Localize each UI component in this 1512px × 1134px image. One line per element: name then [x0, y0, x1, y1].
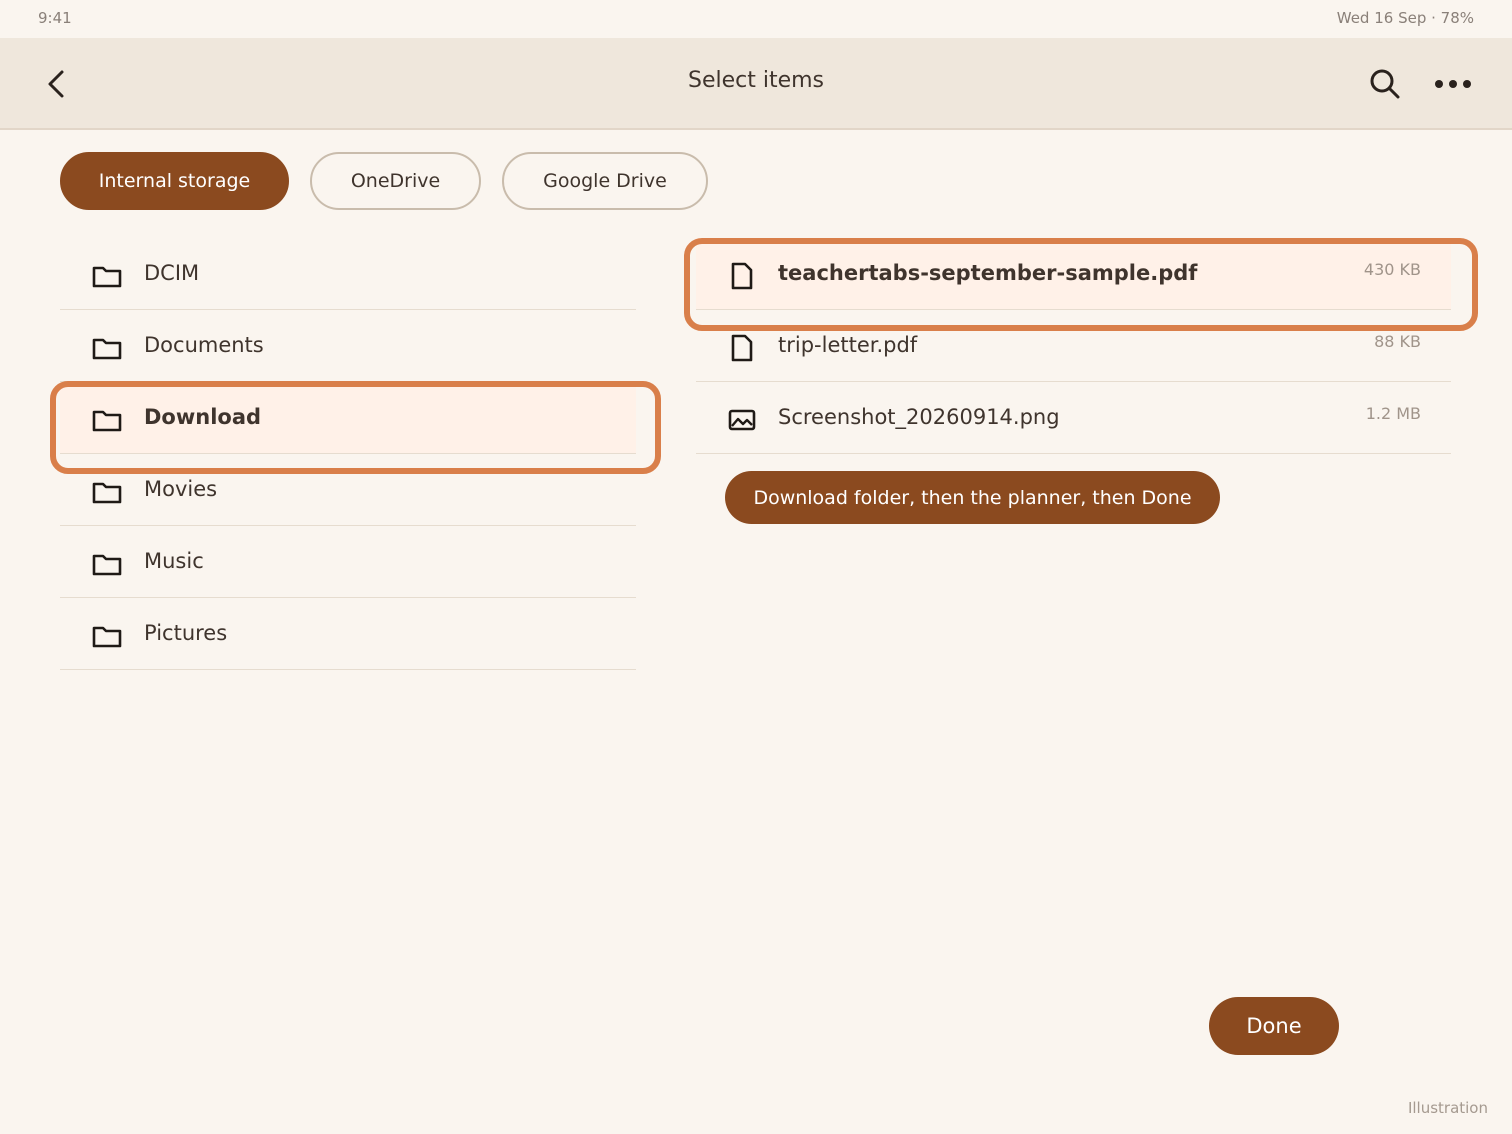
folder-icon: [92, 266, 122, 288]
file-size: 88 KB: [1374, 332, 1421, 351]
file-row-trip-letter-pdf[interactable]: trip-letter.pdf 88 KB: [696, 310, 1451, 382]
file-row-screenshot-png[interactable]: Screenshot_20260914.png 1.2 MB: [696, 382, 1451, 454]
folder-label: Pictures: [144, 621, 228, 645]
folder-row-movies[interactable]: Movies: [60, 454, 636, 526]
file-icon: [731, 262, 753, 290]
search-button[interactable]: [1363, 62, 1407, 106]
status-time: 9:41: [38, 9, 72, 27]
tab-onedrive[interactable]: OneDrive: [310, 152, 481, 210]
file-row-teachertabs-pdf[interactable]: teachertabs-september-sample.pdf 430 KB: [696, 238, 1451, 310]
folder-row-documents[interactable]: Documents: [60, 310, 636, 382]
folder-icon: [92, 626, 122, 648]
folder-row-download[interactable]: Download: [60, 382, 636, 454]
folder-label: Music: [144, 549, 204, 573]
image-icon: [728, 409, 756, 431]
folder-label: Documents: [144, 333, 264, 357]
folder-label: Download: [144, 405, 262, 429]
file-icon: [731, 334, 753, 362]
tab-google-drive[interactable]: Google Drive: [502, 152, 708, 210]
more-button[interactable]: [1431, 62, 1475, 106]
page-title: Select items: [687, 68, 825, 93]
folder-list: DCIM Documents Download Movies Music Pic…: [60, 238, 636, 670]
file-list: teachertabs-september-sample.pdf 430 KB …: [696, 238, 1451, 454]
file-size: 430 KB: [1363, 260, 1421, 279]
tab-internal-storage[interactable]: Internal storage: [60, 152, 289, 210]
folder-label: DCIM: [144, 261, 200, 285]
file-name: trip-letter.pdf: [778, 333, 918, 357]
status-bar: 9:41 Wed 16 Sep · 78%: [0, 0, 1512, 38]
done-button[interactable]: Done: [1209, 997, 1339, 1055]
folder-icon: [92, 410, 122, 432]
illustration-caption: Illustration: [1407, 1099, 1488, 1117]
status-date-battery: Wed 16 Sep · 78%: [1336, 9, 1474, 27]
file-name: teachertabs-september-sample.pdf: [778, 261, 1198, 285]
folder-icon: [92, 482, 122, 504]
folder-row-pictures[interactable]: Pictures: [60, 598, 636, 670]
instruction-hint: Download folder, then the planner, then …: [725, 471, 1220, 524]
folder-row-music[interactable]: Music: [60, 526, 636, 598]
folder-icon: [92, 338, 122, 360]
folder-label: Movies: [144, 477, 218, 501]
folder-row-dcim[interactable]: DCIM: [60, 238, 636, 310]
folder-icon: [92, 554, 122, 576]
search-icon: [1370, 69, 1400, 99]
more-horizontal-icon: [1435, 80, 1471, 88]
file-name: Screenshot_20260914.png: [778, 405, 1060, 429]
app-bar: Select items: [0, 38, 1512, 130]
file-size: 1.2 MB: [1365, 404, 1421, 423]
